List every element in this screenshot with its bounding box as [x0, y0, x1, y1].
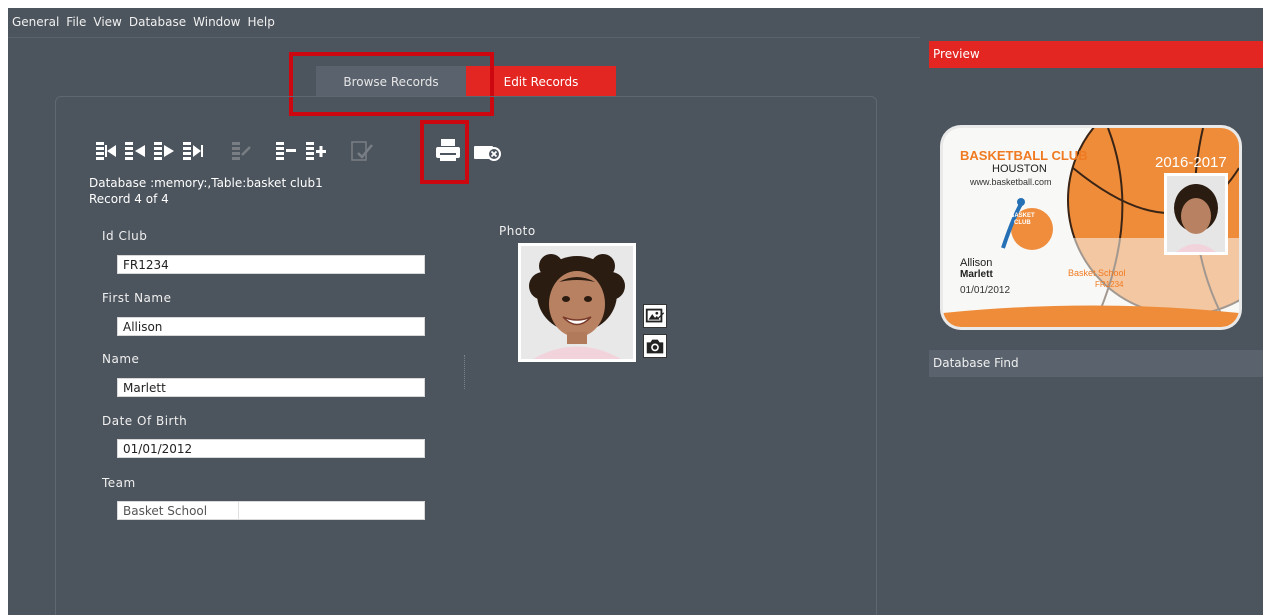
- preview-dock-header[interactable]: Preview: [929, 41, 1263, 68]
- add-record-icon[interactable]: [304, 139, 328, 163]
- team-value: Basket School: [123, 504, 208, 518]
- id-club-label: Id Club: [102, 229, 148, 243]
- team-field-divider: [238, 502, 239, 519]
- previous-record-icon[interactable]: [123, 139, 147, 163]
- name-label: Name: [102, 352, 140, 366]
- menu-bar: General File View Database Window Help: [8, 8, 1263, 36]
- team-field[interactable]: Basket School: [117, 501, 425, 520]
- delete-record-icon[interactable]: [274, 139, 298, 163]
- card-first-name: Allison: [960, 257, 993, 269]
- splitter-handle[interactable]: [464, 355, 466, 389]
- dob-field[interactable]: 01/01/2012: [117, 439, 425, 458]
- menu-help[interactable]: Help: [247, 15, 274, 29]
- name-field[interactable]: Marlett: [117, 378, 425, 397]
- first-name-label: First Name: [102, 291, 172, 305]
- card-logo: BASKET CLUB: [1010, 213, 1035, 227]
- id-club-field[interactable]: FR1234: [117, 255, 425, 274]
- undo-icon[interactable]: [230, 139, 254, 163]
- card-logo-line1: BASKET: [1010, 213, 1035, 219]
- card-logo-line2: CLUB: [1014, 220, 1031, 226]
- menu-file[interactable]: File: [66, 15, 86, 29]
- record-counter: Record 4 of 4: [89, 192, 169, 206]
- team-label: Team: [102, 476, 136, 490]
- card-team: Basket School: [1068, 268, 1126, 278]
- load-image-icon[interactable]: [643, 304, 667, 328]
- card-last-name: Marlett: [960, 269, 993, 280]
- dob-label: Date Of Birth: [102, 414, 188, 428]
- card-dob: 01/01/2012: [960, 285, 1011, 296]
- menu-window[interactable]: Window: [193, 15, 240, 29]
- validate-icon[interactable]: [350, 139, 374, 163]
- camera-icon[interactable]: [643, 334, 667, 358]
- database-info: Database :memory:,Table:basket club1: [89, 176, 323, 190]
- card-season: 2016-2017: [1155, 154, 1227, 171]
- next-record-icon[interactable]: [152, 139, 176, 163]
- card-id: FR1234: [1095, 280, 1124, 289]
- close-database-icon[interactable]: [473, 139, 501, 163]
- card-website: www.basketball.com: [970, 177, 1052, 187]
- database-find-dock-header[interactable]: Database Find: [929, 350, 1263, 377]
- photo-image: [518, 243, 636, 362]
- id-card-preview: BASKETBALL CLUB HOUSTON www.basketball.c…: [943, 128, 1239, 327]
- app-window: General File View Database Window Help B…: [8, 8, 1263, 615]
- menu-database[interactable]: Database: [129, 15, 186, 29]
- card-city: HOUSTON: [992, 163, 1047, 175]
- first-record-icon[interactable]: [94, 139, 118, 163]
- menu-view[interactable]: View: [93, 15, 121, 29]
- card-title: BASKETBALL CLUB: [960, 148, 1088, 163]
- last-record-icon[interactable]: [181, 139, 205, 163]
- photo-label: Photo: [499, 224, 536, 238]
- first-name-field[interactable]: Allison: [117, 317, 425, 336]
- menu-divider: [8, 37, 920, 38]
- print-highlight-box: [420, 120, 469, 184]
- menu-general[interactable]: General: [12, 15, 59, 29]
